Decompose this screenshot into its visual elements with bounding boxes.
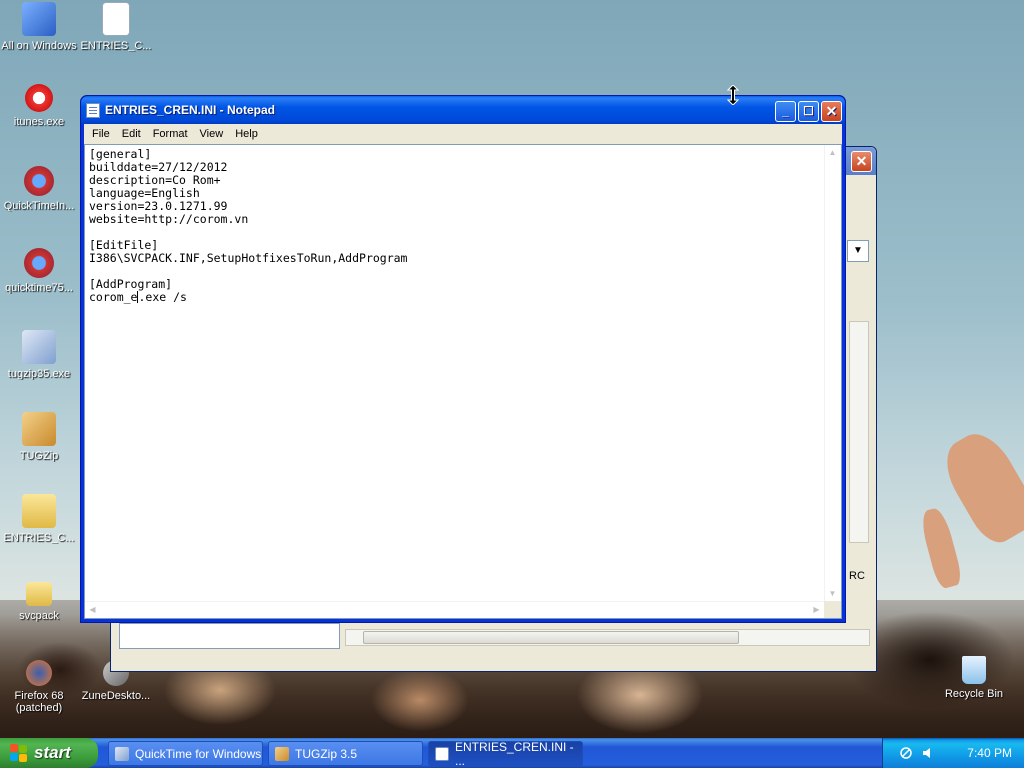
- desktop-icon-label: ZuneDeskto...: [81, 690, 151, 702]
- text-line: [89, 265, 820, 278]
- desktop-icon-label: TUGZip: [19, 450, 59, 462]
- taskbar: start QuickTime for Windows TUGZip 3.5 E…: [0, 738, 1024, 768]
- tugzip-dropdown[interactable]: ▼: [847, 240, 869, 262]
- text-editor[interactable]: [general] builddate=27/12/2012 description…: [84, 144, 842, 619]
- menu-view[interactable]: View: [194, 128, 230, 140]
- desktop-icon-label: QuickTimeIn...: [3, 200, 75, 212]
- desktop-icon-quicktime-installer[interactable]: QuickTimeIn...: [0, 166, 79, 212]
- close-button[interactable]: ✕: [821, 101, 842, 122]
- tugzip-fragment-label: RC: [849, 570, 865, 582]
- scroll-right-arrow-icon[interactable]: ▶: [809, 602, 824, 617]
- desktop-icon-itunes[interactable]: itunes.exe: [0, 84, 79, 128]
- desktop-icon-all-on-windows[interactable]: All on Windows: [0, 2, 79, 52]
- desktop-icon-quicktime75[interactable]: quicktime75...: [0, 248, 79, 294]
- text-line: I386\SVCPACK.INF,SetupHotfixesToRun,AddP…: [89, 251, 408, 265]
- desktop-icon-label: tugzip35.exe: [7, 368, 71, 380]
- text-line: [89, 226, 820, 239]
- tugzip-tree-pane[interactable]: [119, 623, 340, 649]
- scroll-up-arrow-icon[interactable]: ▲: [825, 145, 840, 160]
- installer-icon: [115, 747, 129, 761]
- desktop-icon-label: svcpack: [19, 610, 59, 622]
- tugzip-close-button[interactable]: ✕: [851, 151, 872, 172]
- desktop-icon-label: ENTRIES_C...: [80, 40, 152, 52]
- desktop-icon-entries-ini[interactable]: ENTRIES_C...: [76, 2, 156, 52]
- quicktime-icon: [24, 248, 54, 278]
- windows-flag-icon: [10, 744, 28, 762]
- clock[interactable]: 7:40 PM: [967, 746, 1012, 760]
- desktop-icon-label: ENTRIES_C...: [3, 532, 75, 544]
- menubar: File Edit Format View Help: [84, 124, 842, 144]
- menu-edit[interactable]: Edit: [116, 128, 147, 140]
- recycle-bin-icon: [962, 656, 986, 684]
- desktop-icon-label: quicktime75...: [5, 282, 73, 294]
- maximize-button[interactable]: ☐: [798, 101, 819, 122]
- tugzip-hscrollbar[interactable]: [345, 629, 870, 646]
- desktop-icon-svcpack[interactable]: svcpack: [0, 578, 79, 622]
- start-label: start: [34, 743, 71, 762]
- installer-icon: [22, 330, 56, 364]
- hscroll-thumb[interactable]: [363, 631, 739, 644]
- desktop-icon-label: Recycle Bin: [944, 688, 1004, 700]
- window-title: ENTRIES_CREN.INI - Notepad: [105, 103, 276, 117]
- desktop-icon-tugzip35[interactable]: tugzip35.exe: [0, 330, 79, 380]
- folder-icon: [26, 582, 52, 606]
- network-icon[interactable]: [899, 746, 913, 760]
- zip-folder-icon: [22, 494, 56, 528]
- desktop-icon-entries-archive[interactable]: ENTRIES_C...: [0, 494, 79, 544]
- taskbar-button-tugzip[interactable]: TUGZip 3.5: [268, 741, 423, 766]
- desktop-icon-label: Firefox 68 (patched): [14, 690, 64, 714]
- menu-help[interactable]: Help: [229, 128, 264, 140]
- desktop-icon-tugzip[interactable]: TUGZip: [0, 412, 79, 462]
- horizontal-scrollbar[interactable]: ◀ ▶: [85, 601, 824, 618]
- notepad-window[interactable]: ENTRIES_CREN.INI - Notepad _ ☐ ✕ File Ed…: [80, 95, 846, 623]
- taskbar-button-label: QuickTime for Windows: [135, 746, 262, 761]
- quicktime-icon: [24, 166, 54, 196]
- menu-format[interactable]: Format: [147, 128, 194, 140]
- desktop-icon-label: All on Windows: [1, 40, 77, 52]
- wallpaper-hand: [918, 505, 964, 591]
- editor-text[interactable]: [general] builddate=27/12/2012 description…: [87, 147, 822, 599]
- box-icon: [275, 747, 289, 761]
- scroll-left-arrow-icon[interactable]: ◀: [85, 602, 100, 617]
- text-line: website=http://corom.vn: [89, 212, 249, 226]
- volume-icon[interactable]: [921, 746, 935, 760]
- resize-cursor-icon: [727, 85, 739, 105]
- tugzip-list-scrollbar[interactable]: [849, 321, 869, 543]
- firefox-icon: [26, 660, 52, 686]
- text-after-caret: .exe /s: [138, 290, 187, 304]
- taskbar-button-notepad[interactable]: ENTRIES_CREN.INI - ...: [428, 739, 583, 768]
- desktop-icon-label: itunes.exe: [13, 116, 65, 128]
- taskbar-button-quicktime[interactable]: QuickTime for Windows: [108, 741, 263, 766]
- scroll-down-arrow-icon[interactable]: ▼: [825, 586, 840, 601]
- ini-file-icon: [102, 2, 130, 36]
- text-before-caret: corom_e: [89, 290, 138, 304]
- minimize-button[interactable]: _: [775, 101, 796, 122]
- scrollbar-corner: [824, 601, 841, 618]
- start-button[interactable]: start: [0, 738, 98, 768]
- desktop-icon-firefox[interactable]: Firefox 68 (patched): [0, 660, 79, 714]
- taskbar-button-label: ENTRIES_CREN.INI - ...: [455, 739, 574, 768]
- vertical-scrollbar[interactable]: ▲ ▼: [824, 145, 841, 601]
- computer-icon: [22, 2, 56, 36]
- text-line-with-caret: corom_e.exe /s: [89, 291, 820, 304]
- box-shortcut-icon: [22, 412, 56, 446]
- itunes-icon: [25, 84, 53, 112]
- notepad-app-icon: [86, 103, 100, 118]
- taskbar-button-label: TUGZip 3.5: [295, 746, 358, 761]
- notepad-icon: [435, 747, 449, 761]
- notepad-body: File Edit Format View Help [general] buil…: [84, 124, 842, 619]
- desktop-icon-recycle-bin[interactable]: Recycle Bin: [934, 656, 1014, 700]
- menu-file[interactable]: File: [86, 128, 116, 140]
- system-tray: 7:40 PM: [882, 738, 1024, 768]
- text-line: [AddProgram]: [89, 277, 173, 291]
